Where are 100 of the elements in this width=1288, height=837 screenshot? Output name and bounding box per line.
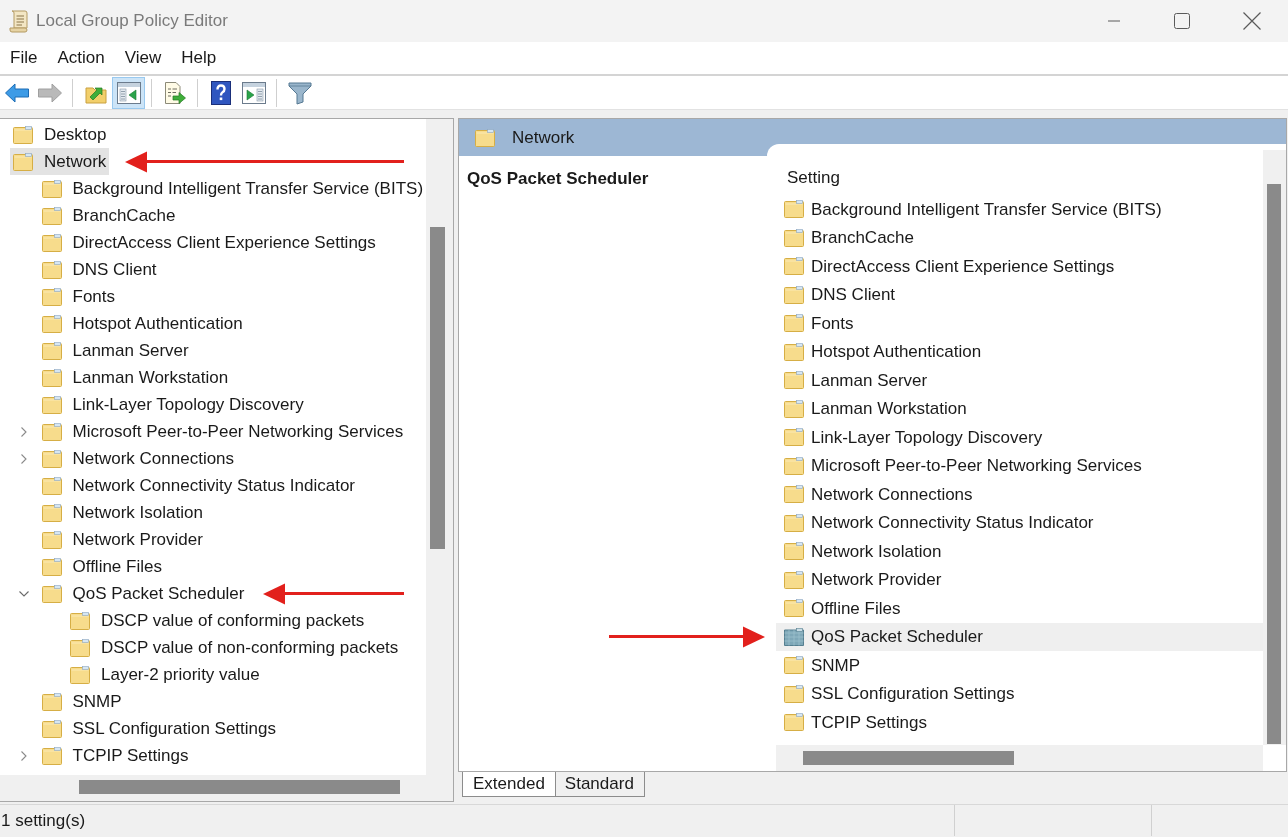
show-hide-tree-button[interactable] [112,76,145,109]
tree-item[interactable]: Lanman Server [38,337,192,364]
folder-icon [784,428,804,447]
folder-icon [784,513,804,532]
folder-icon [13,152,33,171]
tree-item[interactable]: Network Provider [38,526,206,553]
list-item[interactable]: Fonts [776,309,1263,338]
folder-icon [784,656,804,675]
tree-item[interactable]: Network Connectivity Status Indicator [38,472,358,499]
folder-icon [784,599,804,618]
list-item[interactable]: Network Isolation [776,537,1263,566]
list-item[interactable]: DirectAccess Client Experience Settings [776,252,1263,281]
tree-item[interactable]: Fonts [38,283,119,310]
header-title: Network [512,126,575,149]
folder-icon [784,314,804,333]
tree-item[interactable]: Hotspot Authentication [38,310,246,337]
tree-item[interactable]: Microsoft Peer-to-Peer Networking Services [38,418,407,445]
chevron-down-icon[interactable] [18,590,29,597]
tree-item[interactable]: SSL Configuration Settings [38,715,279,742]
tree-item[interactable]: Lanman Workstation [38,364,232,391]
tree-item[interactable]: Network Connections [38,445,238,472]
folder-icon [41,449,62,468]
menu-item[interactable]: View [114,42,172,74]
folder-icon [784,399,804,418]
tree-item[interactable]: DirectAccess Client Experience Settings [38,229,379,256]
folder-icon [41,179,62,198]
tree-item[interactable]: Link-Layer Topology Discovery [38,391,307,418]
folder-icon [41,341,62,360]
menu-item[interactable]: Action [47,42,115,74]
scrollbar-thumb[interactable] [430,227,445,549]
list-item[interactable]: Microsoft Peer-to-Peer Networking Services [776,451,1263,480]
arrow-left-icon [4,82,29,103]
folder-icon [784,570,804,589]
folder-icon [784,713,804,732]
view-tab[interactable]: Extended [462,772,556,797]
chevron-right-icon[interactable] [20,750,27,761]
scrollbar-thumb[interactable] [1267,184,1281,744]
tree-item[interactable]: Network Isolation [38,499,206,526]
folder-icon [784,371,804,390]
folder-icon [784,342,804,361]
tree-item[interactable]: Layer-2 priority value [67,661,263,688]
list-item[interactable]: Offline Files [776,594,1263,623]
folder-icon [784,228,804,247]
list-item[interactable]: Lanman Workstation [776,394,1263,423]
folder-icon [784,285,804,304]
folder-icon [70,638,90,657]
folder-icon [13,125,33,144]
list-item[interactable]: SSL Configuration Settings [776,679,1263,708]
folder-icon [41,584,62,603]
folder-icon [41,476,62,495]
list-item[interactable]: BranchCache [776,223,1263,252]
tree-item[interactable]: BranchCache [38,202,179,229]
view-tab[interactable]: Standard [554,772,645,797]
folder-icon [41,395,62,414]
list-item[interactable]: Network Connectivity Status Indicator [776,508,1263,537]
column-header[interactable]: Setting [787,165,840,191]
window-pane-icon [241,81,266,104]
app-icon [8,9,28,33]
list-item[interactable]: Background Intelligent Transfer Service (BITS) [776,195,1263,224]
window-title: Local Group Policy Editor [36,10,228,33]
folder-icon [41,503,62,522]
folder-icon [41,557,62,576]
tree-item[interactable]: Network [10,148,110,175]
menu-item[interactable]: File [0,42,48,74]
tree-item[interactable]: DNS Client [38,256,160,283]
menu-item[interactable]: Help [171,42,227,74]
tree-item[interactable]: DSCP value of non-conforming packets [67,634,402,661]
tree-item[interactable]: DSCP value of conforming packets [67,607,368,634]
folder-icon [41,719,62,738]
list-item[interactable]: DNS Client [776,280,1263,309]
folder-icon [784,542,804,561]
list-item[interactable]: TCPIP Settings [776,708,1263,737]
list-item[interactable]: Network Connections [776,480,1263,509]
tree-item[interactable]: SNMP [38,688,125,715]
tree-item[interactable]: QoS Packet Scheduler [38,580,248,607]
list-item[interactable]: Link-Layer Topology Discovery [776,423,1263,452]
folder-icon [784,684,804,703]
document-arrow-icon [162,80,187,105]
chevron-right-icon[interactable] [20,453,27,464]
filter-icon [287,80,312,105]
folder-icon [784,456,804,475]
list-item[interactable]: SNMP [776,651,1263,680]
scrollbar-thumb[interactable] [79,780,400,795]
description-title: QoS Packet Scheduler [467,169,649,188]
list-item[interactable]: Network Provider [776,565,1263,594]
folder-icon [41,422,62,441]
tree-item[interactable]: Background Intelligent Transfer Service (BITS) [38,175,426,202]
list-item[interactable]: Lanman Server [776,366,1263,395]
folder-icon [41,233,62,252]
folder-icon [41,368,62,387]
folder-icon [70,611,90,630]
tree-item[interactable]: TCPIP Settings [38,742,192,769]
folder-icon [475,128,495,147]
scrollbar-thumb[interactable] [803,751,1014,765]
tree-item[interactable]: Desktop [10,121,110,148]
tree-item[interactable]: Offline Files [38,553,165,580]
list-item[interactable]: Hotspot Authentication [776,337,1263,366]
chevron-right-icon[interactable] [20,426,27,437]
minimize-icon [1108,20,1120,22]
help-icon [210,80,231,105]
